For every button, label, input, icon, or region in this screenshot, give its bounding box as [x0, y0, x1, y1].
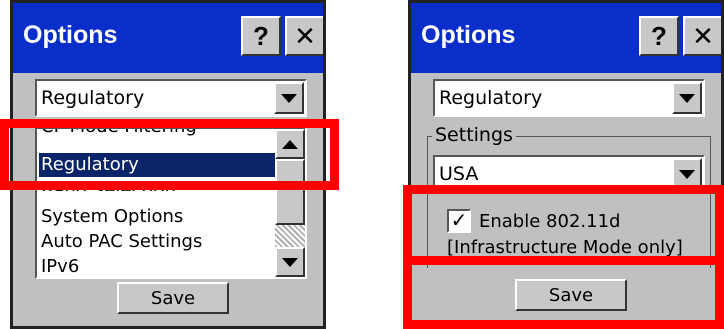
enable-80211d-checkbox[interactable]: ✓ — [447, 209, 471, 233]
category-value: Regulatory — [41, 87, 145, 109]
close-icon[interactable]: ✕ — [683, 16, 721, 56]
help-icon[interactable]: ? — [639, 16, 679, 56]
scroll-track[interactable] — [275, 225, 305, 247]
enable-80211d-checkbox-row[interactable]: ✓ Enable 802.11d — [447, 209, 620, 233]
category-value: Regulatory — [439, 87, 543, 109]
list-item-system-options[interactable]: System Options — [39, 205, 277, 229]
dropdown-arrow-button[interactable] — [274, 82, 304, 114]
enable-80211d-label[interactable]: Enable 802.11d — [479, 211, 620, 232]
chevron-down-icon — [679, 169, 695, 179]
chevron-down-icon — [281, 93, 297, 103]
list-item-label: System Options — [41, 206, 184, 227]
dialog-title: Options — [23, 21, 118, 49]
category-dropdown[interactable]: Regulatory — [35, 79, 307, 117]
dropdown-arrow-button[interactable] — [672, 158, 702, 190]
list-item-auto-pac-settings[interactable]: Auto PAC Settings — [39, 230, 277, 254]
save-button[interactable]: Save — [117, 282, 229, 314]
country-dropdown[interactable]: USA — [433, 155, 705, 193]
category-dropdown[interactable]: Regulatory — [433, 79, 705, 117]
list-item-label: CF Mode Filtering — [41, 129, 197, 137]
help-icon[interactable]: ? — [241, 16, 281, 56]
country-value: USA — [439, 163, 479, 185]
list-item-label: Regulatory — [41, 154, 139, 175]
title-bar: Options ? ✕ — [411, 3, 721, 73]
chevron-down-icon — [282, 257, 298, 267]
list-item-regulatory[interactable]: Regulatory — [39, 153, 277, 177]
scroll-thumb[interactable] — [275, 159, 305, 225]
save-button[interactable]: Save — [515, 279, 627, 311]
list-item-label: Auto PAC Settings — [41, 231, 203, 252]
list-item-label: Band Selection — [41, 180, 176, 191]
chevron-up-icon — [282, 139, 298, 149]
dropdown-arrow-button[interactable] — [672, 82, 702, 114]
list-item-label: IPv6 — [41, 256, 80, 277]
list-item-band-selection[interactable]: Band Selection — [39, 179, 277, 191]
list-scrollbar[interactable] — [275, 129, 305, 277]
dialog-title: Options — [421, 21, 516, 49]
chevron-down-icon — [679, 93, 695, 103]
category-list[interactable]: CF Mode Filtering Regulatory Band Select… — [35, 127, 307, 279]
title-bar: Options ? ✕ — [13, 3, 323, 73]
scroll-up-button[interactable] — [275, 129, 305, 159]
options-dialog-left: Options ? ✕ Regulatory CF Mode Filtering… — [10, 0, 326, 329]
settings-legend: Settings — [432, 124, 516, 146]
close-icon[interactable]: ✕ — [285, 16, 323, 56]
scroll-down-button[interactable] — [275, 247, 305, 277]
options-dialog-right: Options ? ✕ Regulatory Settings USA ✓ En… — [408, 0, 724, 329]
list-item-ipv6[interactable]: IPv6 — [39, 255, 277, 277]
list-item-cf-mode-filtering[interactable]: CF Mode Filtering — [39, 129, 277, 139]
infrastructure-mode-note: [Infrastructure Mode only] — [447, 237, 683, 258]
